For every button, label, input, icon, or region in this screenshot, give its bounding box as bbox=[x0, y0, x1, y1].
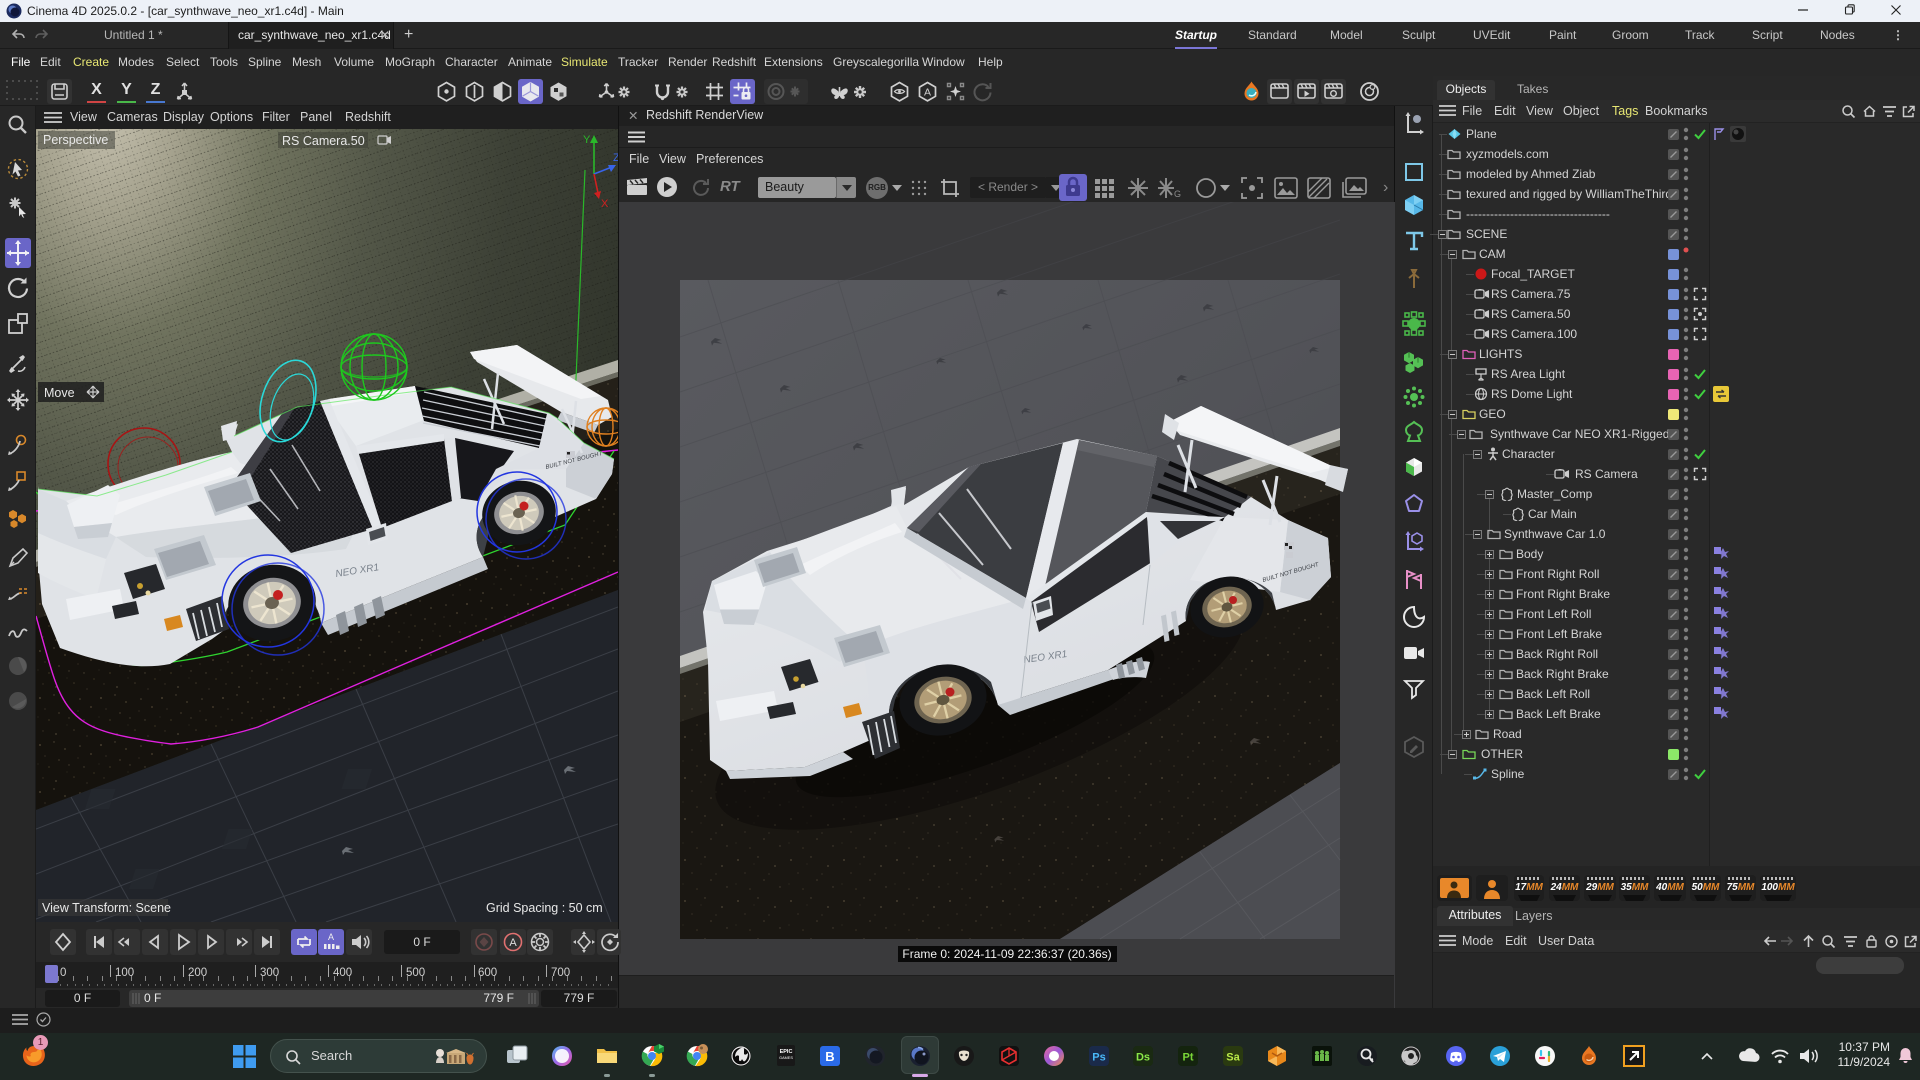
svg-text:A: A bbox=[328, 932, 334, 942]
svg-text:EPIC: EPIC bbox=[780, 1049, 793, 1055]
svg-text:Ps: Ps bbox=[1092, 1052, 1105, 1064]
svg-text:A: A bbox=[509, 937, 517, 949]
svg-text:Sa: Sa bbox=[1226, 1052, 1240, 1064]
svg-text:GAMES: GAMES bbox=[779, 1056, 793, 1060]
svg-text:RS Camera.50: RS Camera.50 bbox=[282, 134, 365, 148]
svg-text:Ds: Ds bbox=[1136, 1052, 1150, 1064]
svg-text:Perspective: Perspective bbox=[43, 133, 108, 147]
svg-text:Y: Y bbox=[583, 134, 591, 146]
svg-text:Pt: Pt bbox=[1183, 1052, 1194, 1064]
svg-text:A: A bbox=[924, 87, 931, 99]
svg-text:Move: Move bbox=[44, 386, 75, 400]
svg-text:G: G bbox=[1174, 189, 1181, 199]
svg-text:X: X bbox=[601, 198, 609, 210]
svg-text:Grid Spacing : 50 cm: Grid Spacing : 50 cm bbox=[486, 901, 603, 915]
svg-text:Frame 0: 2024-11-09 22:36:37: Frame 0: 2024-11-09 22:36:37 (20.36s) bbox=[902, 947, 1111, 961]
svg-text:B: B bbox=[825, 1049, 834, 1064]
svg-text:View Transform: Scene: View Transform: Scene bbox=[42, 901, 171, 915]
